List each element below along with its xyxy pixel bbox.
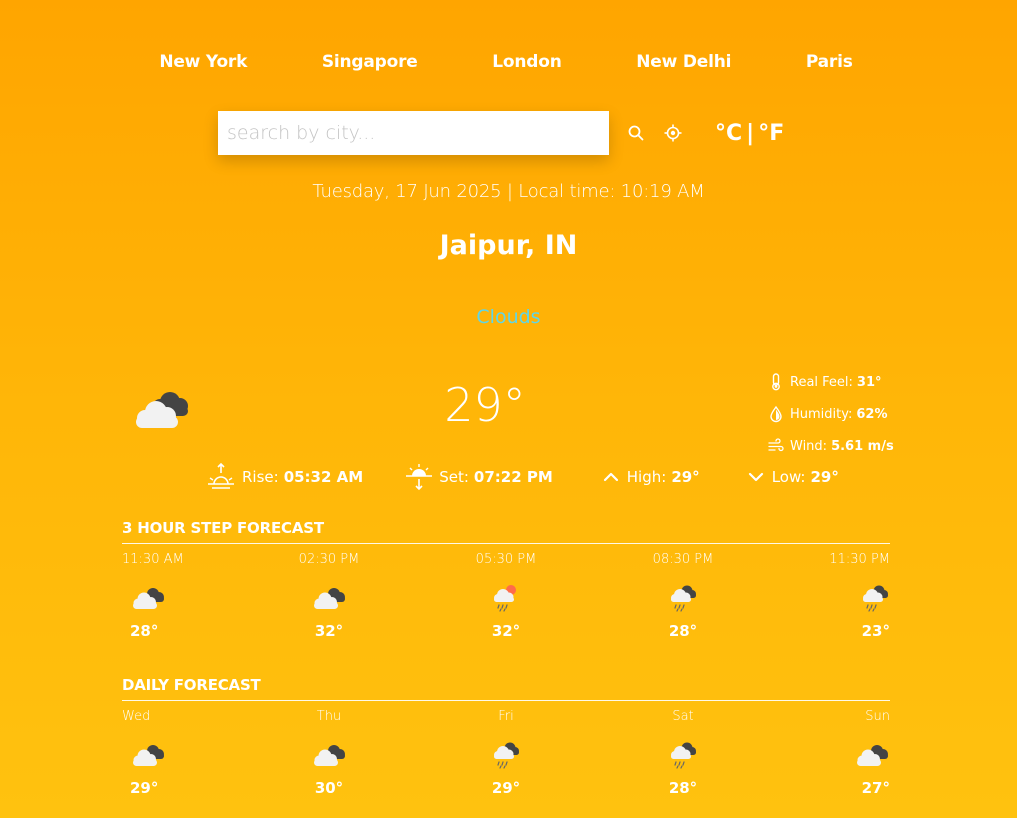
chevron-down-icon: [748, 472, 763, 482]
low-value: 29°: [810, 468, 839, 486]
daily-forecast-item: Wed 29°: [122, 709, 182, 797]
sunrise-value: 05:32 AM: [283, 468, 364, 486]
local-datetime: Tuesday, 17 Jun 2025 | Local time: 10:19…: [312, 181, 705, 202]
high-value: 29°: [671, 468, 700, 486]
hourly-forecast-temp: 28°: [130, 622, 159, 640]
wind-value: 5.61 m/s: [831, 438, 894, 454]
sunset-icon: [406, 464, 433, 491]
daily-forecast-item: Sat 28°: [653, 709, 713, 797]
hourly-forecast-temp: 23°: [861, 622, 890, 640]
location-title: Jaipur, IN: [439, 230, 578, 261]
location-icon[interactable]: [663, 123, 683, 143]
rain-cloud-icon: [491, 735, 521, 775]
chevron-up-icon: [603, 472, 618, 482]
search-icon[interactable]: [626, 123, 646, 143]
sunrise-icon: [208, 462, 234, 489]
city-links: New York Singapore London New Delhi Pari…: [122, 52, 890, 72]
hourly-forecast-time: 11:30 PM: [829, 552, 890, 567]
sun-high-low-row: Rise: 05:32 AM Set: 07:22 PM High: 29° L…: [206, 462, 881, 492]
hourly-forecast-time: 11:30 AM: [122, 552, 184, 567]
humidity-icon: [770, 405, 782, 423]
hourly-forecast-temp: 32°: [491, 622, 521, 640]
broken-clouds-icon: [311, 735, 347, 775]
unit-separator: |: [746, 120, 755, 146]
city-link-paris[interactable]: Paris: [806, 52, 853, 72]
hourly-forecast-time: 02:30 PM: [298, 552, 360, 567]
broken-clouds-icon: [130, 578, 166, 618]
daily-forecast-temp: 28°: [668, 779, 698, 797]
sun-rain-icon: [491, 578, 521, 618]
city-link-new-york[interactable]: New York: [159, 52, 247, 72]
hourly-forecast-item: 11:30 AM 28°: [122, 552, 184, 640]
rain-cloud-icon: [668, 578, 698, 618]
celsius-button[interactable]: °C: [715, 121, 742, 146]
city-link-singapore[interactable]: Singapore: [322, 52, 418, 72]
daily-forecast-time: Wed: [122, 709, 151, 724]
sunset-label: Set:: [439, 468, 469, 486]
hourly-forecast: 11:30 AM 28° 02:30 PM 32° 05:30 PM 32° 08:30 P…: [122, 552, 890, 640]
wind-row: Wind: 5.61 m/s: [768, 430, 894, 462]
hourly-forecast-temp: 28°: [668, 622, 698, 640]
unit-toggle: °C | °F: [715, 121, 784, 146]
real-feel-value: 31°: [856, 374, 882, 390]
rain-cloud-icon: [860, 578, 890, 618]
daily-forecast-item: Sun 27°: [830, 709, 890, 797]
rain-cloud-icon: [668, 735, 698, 775]
hourly-forecast-item: 05:30 PM 32°: [475, 552, 537, 640]
high-label: High:: [626, 468, 667, 486]
weather-details: Real Feel: 31° Humidity: 62% Wind: 5.61 …: [768, 366, 894, 462]
daily-forecast-item: Thu 30°: [299, 709, 359, 797]
hourly-forecast-time: 05:30 PM: [475, 552, 537, 567]
daily-forecast-time: Sat: [672, 709, 694, 724]
wind-label: Wind:: [790, 438, 828, 454]
hourly-forecast-item: 11:30 PM 23°: [829, 552, 890, 640]
wind-icon: [768, 438, 784, 452]
daily-forecast-title: DAILY FORECAST: [122, 676, 890, 701]
real-feel-label: Real Feel:: [790, 374, 853, 390]
daily-forecast-temp: 29°: [491, 779, 521, 797]
city-link-london[interactable]: London: [492, 52, 562, 72]
daily-forecast: Wed 29° Thu 30° Fri 29° Sat 28° Sun 27°: [122, 709, 890, 797]
thermometer-icon: [772, 373, 780, 391]
humidity-row: Humidity: 62%: [768, 398, 894, 430]
sunset-value: 07:22 PM: [473, 468, 553, 486]
daily-forecast-time: Fri: [498, 709, 514, 724]
low-label: Low:: [771, 468, 806, 486]
daily-forecast-item: Fri 29°: [476, 709, 536, 797]
hourly-forecast-time: 08:30 PM: [652, 552, 714, 567]
broken-clouds-icon: [130, 735, 166, 775]
sunset-item: Set: 07:22 PM: [405, 462, 553, 492]
sunrise-item: Rise: 05:32 AM: [206, 462, 363, 492]
fahrenheit-button[interactable]: °F: [758, 121, 784, 146]
search-bar: °C | °F: [218, 111, 784, 155]
daily-forecast-temp: 27°: [861, 779, 890, 797]
humidity-value: 62%: [856, 406, 888, 422]
city-link-new-delhi[interactable]: New Delhi: [636, 52, 731, 72]
hourly-forecast-item: 08:30 PM 28°: [652, 552, 714, 640]
hourly-forecast-title: 3 HOUR STEP FORECAST: [122, 519, 890, 544]
real-feel-row: Real Feel: 31°: [768, 366, 894, 398]
hourly-forecast-temp: 32°: [314, 622, 344, 640]
daily-forecast-temp: 30°: [314, 779, 344, 797]
broken-clouds-icon: [311, 578, 347, 618]
daily-forecast-time: Sun: [865, 709, 890, 724]
hourly-forecast-item: 02:30 PM 32°: [298, 552, 360, 640]
search-input[interactable]: [218, 111, 609, 155]
broken-clouds-icon: [854, 735, 890, 775]
daily-forecast-temp: 29°: [130, 779, 159, 797]
low-item: Low: 29°: [746, 467, 839, 487]
high-item: High: 29°: [601, 467, 700, 487]
weather-condition: Clouds: [476, 306, 541, 328]
humidity-label: Humidity:: [790, 406, 853, 422]
sunrise-label: Rise:: [242, 468, 279, 486]
daily-forecast-time: Thu: [316, 709, 342, 724]
